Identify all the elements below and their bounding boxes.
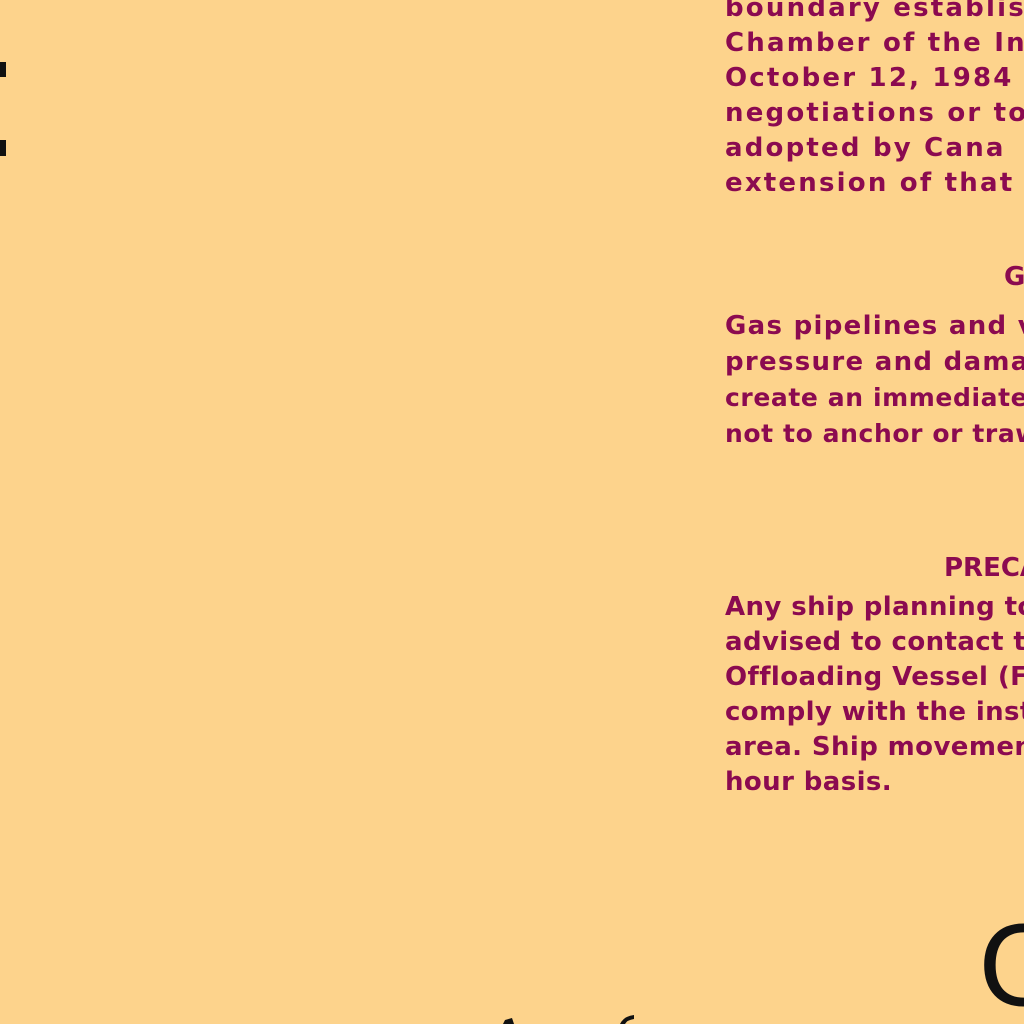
- map-line-fragment: [620, 1015, 634, 1024]
- chart-page: boundary establis Chamber of the Int Oct…: [0, 0, 1024, 1024]
- map-line-fragment: [503, 1018, 514, 1024]
- map-bottom-linework: [503, 1015, 634, 1024]
